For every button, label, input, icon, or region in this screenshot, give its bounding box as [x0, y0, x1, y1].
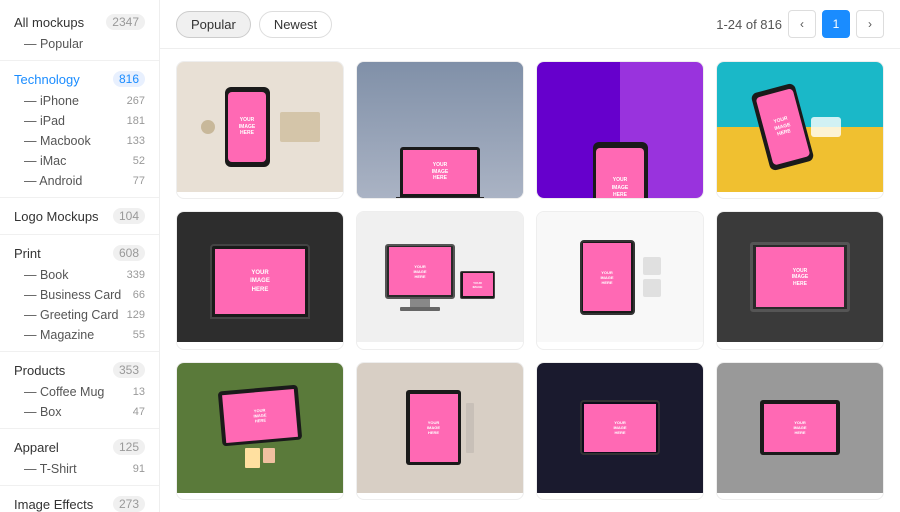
card-dark-tablet[interactable]: YOURIMAGEHERE — [536, 362, 704, 500]
divider — [0, 351, 159, 352]
card-image: YOURIMAGEHERE — [177, 62, 343, 192]
sidebar-item-book[interactable]: — Book 339 — [0, 265, 159, 285]
card-image: YOURIMAGEHERE YOURIMAGE — [357, 212, 523, 342]
card-frame-dark[interactable]: YOURIMAGEHERE — [716, 211, 884, 349]
card-ipad-white-desk[interactable]: YOURIMAGEHERE iPad Pro on White Desk Moc… — [536, 211, 704, 349]
card-body: iPhone X on Colorful Background Mockup — [717, 192, 883, 199]
card-body: Man Using Surface Pro Tablet Mockup — [357, 493, 523, 500]
card-image: YOURIMAGEHEREm✦ — [537, 62, 703, 199]
sidebar-item-logo-mockups[interactable]: Logo Mockups 104 — [0, 204, 159, 228]
sidebar-item-coffee-mug[interactable]: — Coffee Mug 13 — [0, 382, 159, 402]
card-grass[interactable]: YOURIMAGEHERE — [176, 362, 344, 500]
card-image: YOURIMAGEHERE — [177, 363, 343, 493]
card-woman-macbook[interactable]: YOURIMAGEHERE Woman Working with Macbook… — [356, 61, 524, 199]
tab-group: Popular Newest — [176, 11, 332, 38]
sidebar-item-technology[interactable]: Technology 816 — [0, 67, 159, 91]
divider — [0, 428, 159, 429]
card-image: YOURIMAGEHERE — [717, 62, 883, 192]
sidebar-item-tshirt[interactable]: — T-Shirt 91 — [0, 459, 159, 479]
card-image: YOURIMAGEHERE — [717, 212, 883, 342]
pagination-current[interactable]: 1 — [822, 10, 850, 38]
card-body — [717, 493, 883, 500]
card-gray[interactable]: YOURIMAGEHERE — [716, 362, 884, 500]
card-body — [717, 342, 883, 349]
sidebar-item-all-mockups[interactable]: All mockups 2347 — [0, 10, 159, 34]
card-iphone-keyboard[interactable]: YOURIMAGEHERE iPhone X on Keyboard Mocku… — [176, 61, 344, 199]
card-macbook-screen[interactable]: YOURIMAGEHERE Closeup Macbook Screen Moc… — [176, 211, 344, 349]
card-body: iPhone X on Keyboard Mockup — [177, 192, 343, 199]
card-image: YOURIMAGEHERE — [357, 62, 523, 199]
card-man-surface[interactable]: YOURIMAGEHERE Man Using Surface Pro Tabl… — [356, 362, 524, 500]
sidebar-item-print[interactable]: Print 608 — [0, 241, 159, 265]
tab-popular[interactable]: Popular — [176, 11, 251, 38]
sidebar-item-iphone[interactable]: — iPhone 267 — [0, 91, 159, 111]
divider — [0, 60, 159, 61]
mockup-grid: YOURIMAGEHERE iPhone X on Keyboard Mocku… — [160, 49, 900, 512]
card-image: YOURIMAGEHERE — [177, 212, 343, 342]
sidebar-item-business-card[interactable]: — Business Card 66 — [0, 285, 159, 305]
card-iphone-colorful[interactable]: YOURIMAGEHERE iPhone X on Colorful Backg… — [716, 61, 884, 199]
main-content: Popular Newest 1-24 of 816 ‹ 1 › YOURIMA… — [160, 0, 900, 512]
pagination-next[interactable]: › — [856, 10, 884, 38]
pagination-info: 1-24 of 816 — [716, 17, 782, 32]
sidebar-item-box[interactable]: — Box 47 — [0, 402, 159, 422]
card-image: YOURIMAGEHERE — [357, 363, 523, 493]
toolbar: Popular Newest 1-24 of 816 ‹ 1 › — [160, 0, 900, 49]
card-portrait-iphone[interactable]: YOURIMAGEHEREm✦ Portrait iPhone X on Col… — [536, 61, 704, 199]
card-image: YOURIMAGEHERE — [537, 212, 703, 342]
sidebar-item-greeting-card[interactable]: — Greeting Card 129 — [0, 305, 159, 325]
pagination-prev[interactable]: ‹ — [788, 10, 816, 38]
divider — [0, 197, 159, 198]
divider — [0, 485, 159, 486]
sidebar-item-image-effects[interactable]: Image Effects 273 — [0, 492, 159, 512]
card-body — [537, 493, 703, 500]
card-body: Closeup Macbook Screen Mockup Generator — [177, 342, 343, 349]
card-image: YOURIMAGEHERE — [537, 363, 703, 493]
card-body: iPad Pro on White Desk Mockup — [537, 342, 703, 349]
card-body: iMac and iPad on Desk Mockup — [357, 342, 523, 349]
sidebar-item-products[interactable]: Products 353 — [0, 358, 159, 382]
card-image: YOURIMAGEHERE — [717, 363, 883, 493]
divider — [0, 234, 159, 235]
card-body — [177, 493, 343, 500]
sidebar-item-android[interactable]: — Android 77 — [0, 171, 159, 191]
sidebar-item-ipad[interactable]: — iPad 181 — [0, 111, 159, 131]
pagination: 1-24 of 816 ‹ 1 › — [716, 10, 884, 38]
sidebar-item-macbook[interactable]: — Macbook 133 — [0, 131, 159, 151]
sidebar: All mockups 2347 — Popular Technology 81… — [0, 0, 160, 512]
sidebar-item-imac[interactable]: — iMac 52 — [0, 151, 159, 171]
card-imac-ipad[interactable]: YOURIMAGEHERE YOURIMAGE iMac and iPad on… — [356, 211, 524, 349]
tab-newest[interactable]: Newest — [259, 11, 332, 38]
sidebar-item-popular[interactable]: — Popular — [0, 34, 159, 54]
sidebar-item-magazine[interactable]: — Magazine 55 — [0, 325, 159, 345]
sidebar-item-apparel[interactable]: Apparel 125 — [0, 435, 159, 459]
